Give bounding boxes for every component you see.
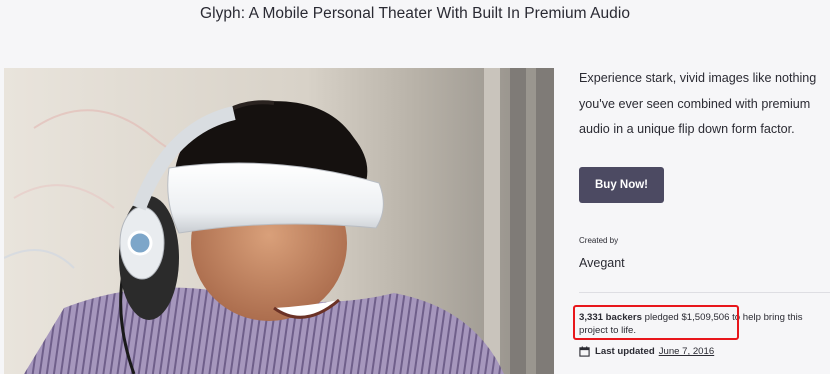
project-description: Experience stark, vivid images like noth…: [579, 71, 817, 136]
created-by-label: Created by: [579, 236, 619, 245]
creator-name[interactable]: Avegant: [579, 256, 625, 270]
calendar-icon: [579, 346, 590, 357]
page-title: Glyph: A Mobile Personal Theater With Bu…: [199, 5, 631, 22]
last-updated-date-link[interactable]: June 7, 2016: [659, 346, 714, 357]
person-wearing-glyph-headset-illustration: [4, 68, 554, 374]
last-updated-label: Last updated: [595, 346, 655, 357]
last-updated: Last updated June 7, 2016: [579, 346, 714, 357]
buy-now-button[interactable]: Buy Now!: [579, 167, 664, 203]
project-hero-image[interactable]: [4, 68, 554, 374]
highlight-annotation-box: [573, 305, 739, 340]
divider: [579, 292, 830, 293]
